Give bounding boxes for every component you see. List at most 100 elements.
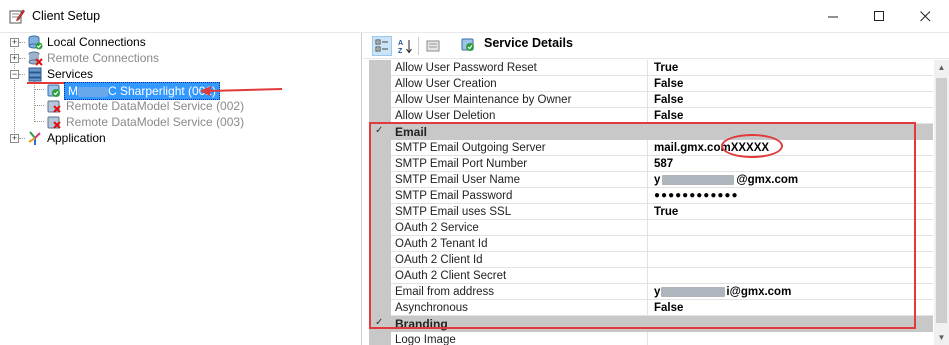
property-value[interactable]: False	[651, 76, 933, 92]
vertical-scrollbar[interactable]: ▲ ▼	[934, 60, 949, 345]
property-row[interactable]: Asynchronous False	[369, 300, 933, 316]
scroll-up-icon[interactable]: ▲	[934, 60, 949, 75]
tree-item-service-002[interactable]: Remote DataModel Service (002)	[66, 98, 244, 114]
property-name: SMTP Email Port Number	[391, 156, 648, 172]
value-prefix: y	[654, 286, 661, 298]
category-name: Branding	[395, 317, 448, 331]
tree-connector	[34, 89, 44, 90]
row-margin	[369, 268, 391, 284]
category-row-email[interactable]: ✓ Email	[369, 124, 933, 140]
property-row[interactable]: SMTP Email Outgoing Server mail.gmx.comXX…	[369, 140, 933, 156]
svg-text:Z: Z	[398, 48, 403, 54]
database-x-icon	[28, 51, 43, 66]
scroll-down-icon[interactable]: ▼	[934, 330, 949, 345]
property-grid[interactable]: Allow User Password Reset True Allow User…	[369, 60, 933, 345]
row-margin	[369, 60, 391, 76]
property-value[interactable]	[651, 236, 933, 252]
property-value[interactable]: mail.gmx.comXXXXX	[651, 140, 933, 156]
property-value[interactable]: False	[651, 92, 933, 108]
application-icon	[28, 131, 41, 145]
property-value[interactable]: y i@gmx.com	[651, 284, 933, 300]
service-details-panel: A Z Service Details Allow User Password …	[363, 33, 949, 345]
property-value[interactable]: False	[651, 108, 933, 124]
property-value[interactable]: True	[651, 204, 933, 220]
property-row[interactable]: OAuth 2 Tenant Id	[369, 236, 933, 252]
property-row[interactable]: Allow User Creation False	[369, 76, 933, 92]
panel-heading: Service Details	[484, 36, 573, 50]
property-row[interactable]: SMTP Email uses SSL True	[369, 204, 933, 220]
connections-tree[interactable]: + Local Connections + Remote Connections…	[0, 33, 362, 345]
property-value[interactable]	[651, 332, 933, 345]
chevron-down-icon[interactable]: ✓	[375, 317, 383, 328]
alphabetical-button[interactable]: A Z	[395, 36, 415, 56]
property-row[interactable]: OAuth 2 Client Id	[369, 252, 933, 268]
row-margin	[369, 188, 391, 204]
tree-item-application[interactable]: Application	[47, 130, 106, 146]
property-row[interactable]: SMTP Email Port Number 587	[369, 156, 933, 172]
property-row[interactable]: Email from address y i@gmx.com	[369, 284, 933, 300]
property-name: OAuth 2 Client Secret	[391, 268, 648, 284]
property-name: OAuth 2 Service	[391, 220, 648, 236]
property-row[interactable]: Allow User Password Reset True	[369, 60, 933, 76]
title-bar: Client Setup	[0, 0, 949, 33]
service-x-icon	[47, 116, 61, 129]
sort-az-icon: A Z	[398, 40, 412, 54]
svg-text:A: A	[398, 40, 403, 47]
chevron-down-icon[interactable]: ✓	[375, 125, 383, 136]
category-row-branding[interactable]: ✓ Branding	[369, 316, 933, 332]
tree-connector	[34, 105, 44, 106]
property-pages-button[interactable]	[423, 36, 443, 56]
property-name: OAuth 2 Tenant Id	[391, 236, 648, 252]
settings-pencil-icon	[9, 9, 25, 24]
tree-item-remote-connections[interactable]: Remote Connections	[47, 50, 159, 66]
property-name: Allow User Deletion	[391, 108, 648, 124]
row-margin	[369, 284, 391, 300]
property-row[interactable]: OAuth 2 Client Secret	[369, 268, 933, 284]
property-value[interactable]	[651, 268, 933, 284]
close-button[interactable]	[902, 0, 948, 32]
property-value[interactable]: 587	[651, 156, 933, 172]
value-prefix: y	[654, 174, 661, 186]
redacted-text	[661, 286, 726, 297]
maximize-button[interactable]	[856, 0, 902, 32]
property-value[interactable]: y @gmx.com	[651, 172, 933, 188]
property-row[interactable]: Allow User Maintenance by Owner False	[369, 92, 933, 108]
tree-connector	[19, 58, 25, 59]
value-suffix: i@gmx.com	[726, 286, 792, 298]
property-row[interactable]: OAuth 2 Service	[369, 220, 933, 236]
row-margin	[369, 300, 391, 316]
tree-item-services[interactable]: Services	[47, 66, 93, 82]
property-row[interactable]: SMTP Email User Name y @gmx.com	[369, 172, 933, 188]
property-name: Logo Image	[391, 332, 648, 345]
row-margin	[369, 204, 391, 220]
server-icon	[28, 67, 42, 82]
expand-local-connections[interactable]: +	[10, 38, 19, 47]
annotation-arrow	[200, 86, 283, 96]
property-row[interactable]: Allow User Deletion False	[369, 108, 933, 124]
tree-item-service-001-prefix: M	[68, 84, 78, 98]
property-name: SMTP Email Outgoing Server	[391, 140, 648, 156]
property-value[interactable]: ●●●●●●●●●●●●	[651, 188, 933, 204]
tree-item-local-connections[interactable]: Local Connections	[47, 34, 146, 50]
property-value[interactable]	[651, 220, 933, 236]
minimize-button[interactable]	[810, 0, 856, 32]
property-value[interactable]	[651, 252, 933, 268]
expand-remote-connections[interactable]: +	[10, 54, 19, 63]
property-name: Email from address	[391, 284, 648, 300]
property-row[interactable]: SMTP Email Password ●●●●●●●●●●●●	[369, 188, 933, 204]
categorized-button[interactable]	[372, 36, 392, 56]
scroll-thumb[interactable]	[936, 78, 947, 323]
maximize-icon	[873, 10, 884, 21]
expand-application[interactable]: +	[10, 134, 19, 143]
collapse-services[interactable]: −	[10, 70, 19, 79]
row-margin	[369, 236, 391, 252]
row-margin	[369, 220, 391, 236]
tree-connector	[34, 121, 44, 122]
property-name: SMTP Email User Name	[391, 172, 648, 188]
property-value[interactable]: True	[651, 60, 933, 76]
tree-item-service-003[interactable]: Remote DataModel Service (003)	[66, 114, 244, 130]
property-value[interactable]: False	[651, 300, 933, 316]
tree-connector	[19, 74, 25, 75]
row-margin	[369, 76, 391, 92]
property-row[interactable]: Logo Image	[369, 332, 933, 345]
